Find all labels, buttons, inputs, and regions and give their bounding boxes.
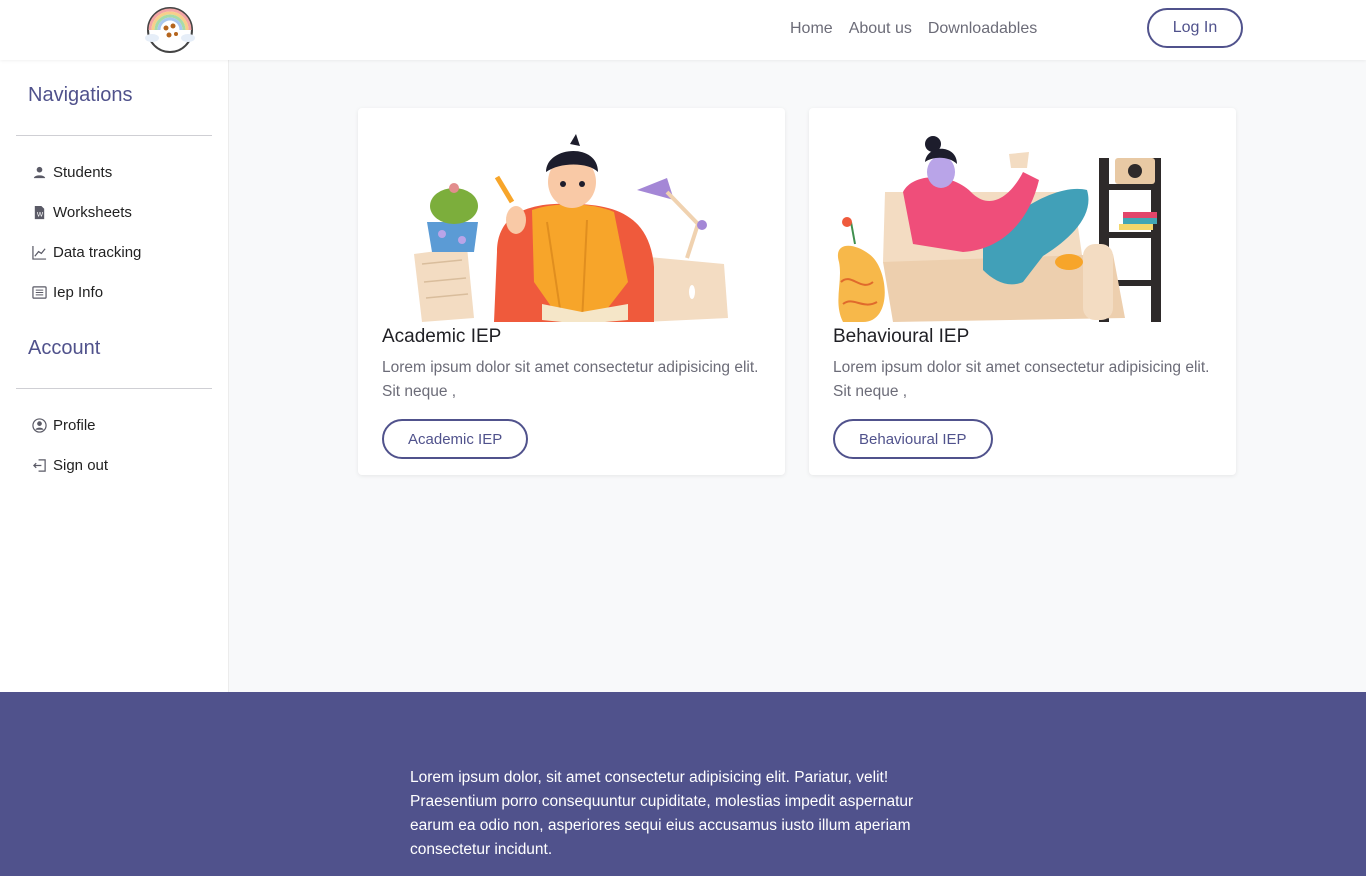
sidebar-item-profile[interactable]: Profile	[32, 415, 96, 435]
sidebar-item-label: Sign out	[53, 456, 109, 474]
student-studying-illustration	[382, 132, 761, 324]
nav-downloadables-link[interactable]: Downloadables	[928, 20, 1037, 38]
footer: Lorem ipsum dolor, sit amet consectetur …	[0, 692, 1366, 876]
rainbow-logo-icon[interactable]	[142, 4, 198, 54]
woman-relaxing-on-sofa-illustration	[833, 132, 1212, 322]
navigations-heading: Navigations	[28, 84, 133, 106]
sidebar-divider	[16, 388, 212, 389]
card-title: Behavioural IEP	[833, 326, 970, 347]
svg-text:W: W	[37, 210, 44, 218]
sidebar-item-label: Students	[53, 163, 113, 181]
sidebar-item-label: Iep Info	[53, 283, 104, 301]
main-content: Academic IEP Lorem ipsum dolor sit amet …	[229, 60, 1366, 692]
account-heading: Account	[28, 337, 101, 359]
card-text: Lorem ipsum dolor sit amet consectetur a…	[833, 359, 1210, 400]
footer-text: Lorem ipsum dolor, sit amet consectetur …	[410, 769, 914, 858]
sidebar-item-students[interactable]: Students	[32, 162, 112, 182]
line-chart-icon	[32, 245, 47, 260]
sign-out-icon	[33, 458, 46, 472]
list-card-icon	[32, 285, 47, 299]
sidebar-item-label: Profile	[53, 416, 96, 434]
sidebar-item-label: Data tracking	[53, 243, 142, 261]
behavioural-iep-button[interactable]: Behavioural IEP	[833, 419, 993, 459]
sidebar-item-data-tracking[interactable]: Data tracking	[32, 242, 141, 262]
academic-iep-button[interactable]: Academic IEP	[382, 419, 529, 459]
sidebar-item-worksheets[interactable]: W Worksheets	[32, 202, 132, 222]
person-icon	[33, 166, 46, 178]
nav-home-link[interactable]: Home	[790, 20, 833, 38]
academic-iep-card: Academic IEP Lorem ipsum dolor sit amet …	[358, 108, 785, 475]
sidebar-item-sign-out[interactable]: Sign out	[32, 455, 108, 475]
card-text: Lorem ipsum dolor sit amet consectetur a…	[382, 359, 759, 400]
user-circle-icon	[32, 417, 47, 433]
sidebar-item-label: Worksheets	[53, 203, 132, 221]
behavioural-iep-card: Behavioural IEP Lorem ipsum dolor sit am…	[809, 108, 1236, 475]
nav-about-link[interactable]: About us	[849, 20, 912, 38]
sidebar: Navigations Students W Worksheets Data t…	[0, 60, 229, 692]
main-nav: Home About us Downloadables	[790, 20, 1037, 38]
card-title: Academic IEP	[382, 326, 502, 347]
top-navbar: Home About us Downloadables Log In	[0, 0, 1366, 60]
sidebar-item-iep-info[interactable]: Iep Info	[32, 282, 103, 302]
word-document-icon: W	[34, 205, 45, 219]
login-button[interactable]: Log In	[1147, 8, 1243, 48]
sidebar-divider	[16, 135, 212, 136]
